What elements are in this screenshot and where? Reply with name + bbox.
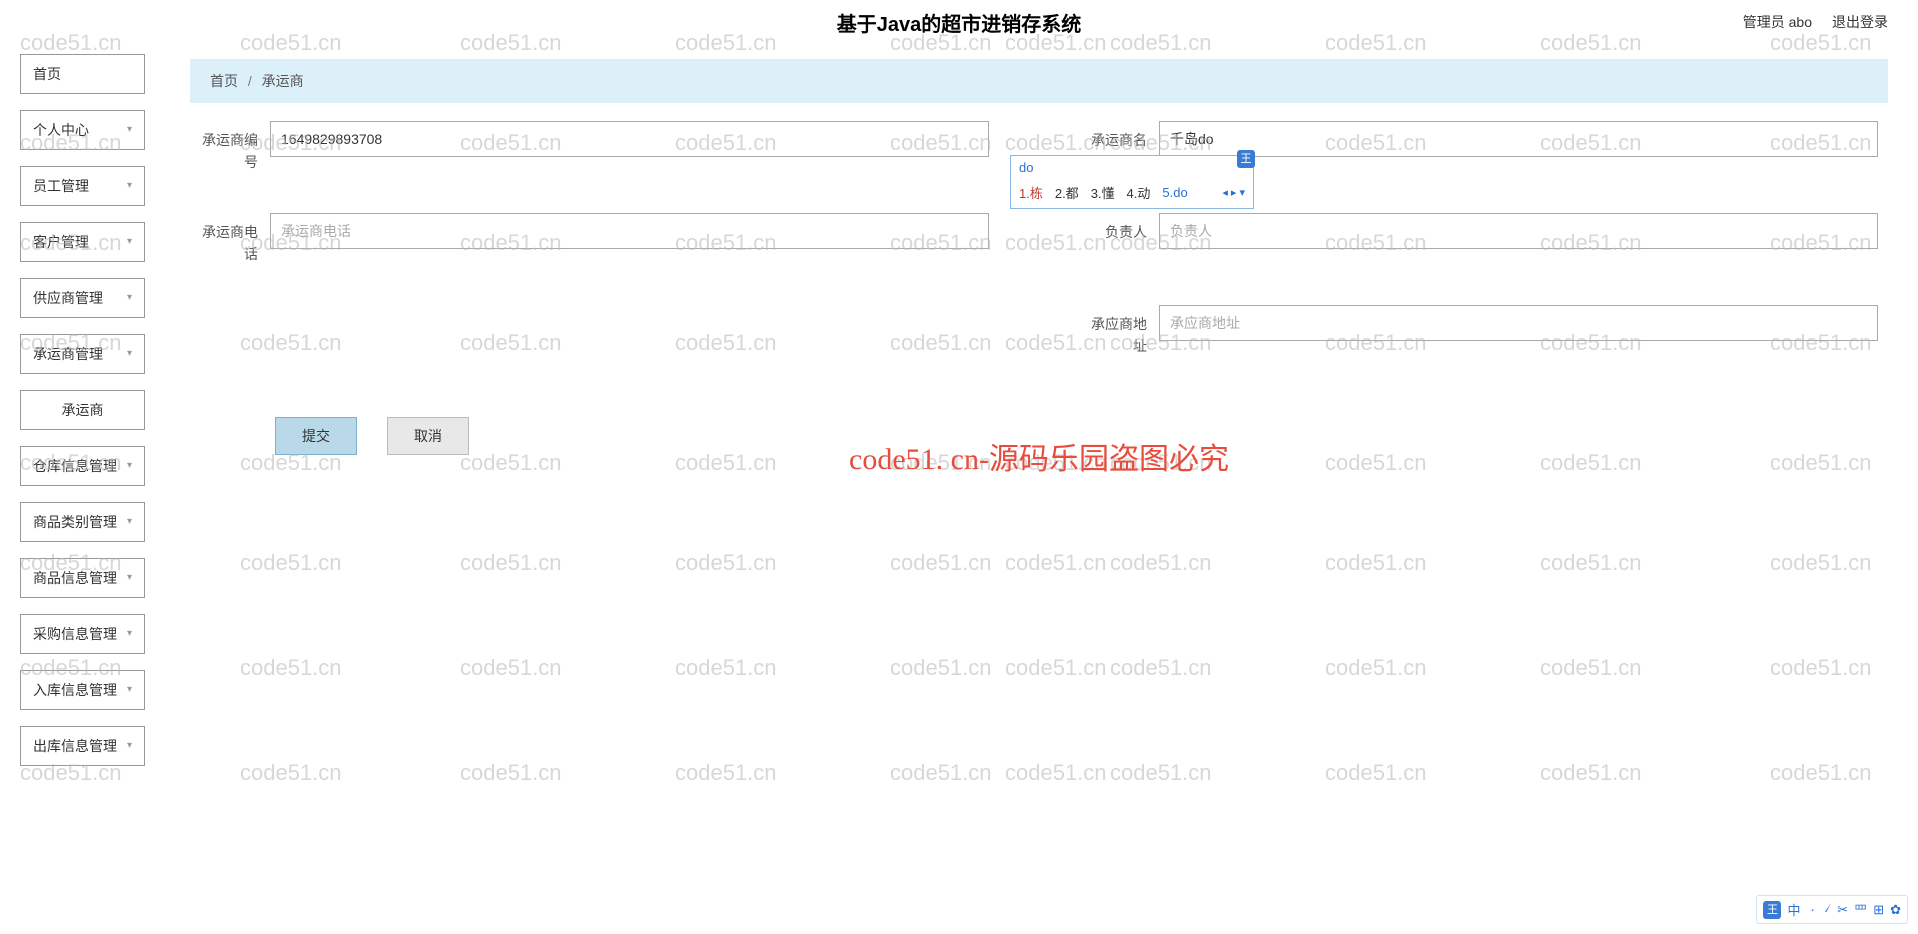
sidebar-item-label: 商品类别管理 (33, 502, 117, 542)
ime-badge-icon: 王 (1237, 150, 1255, 168)
sidebar-item-10[interactable]: 入库信息管理▾ (20, 670, 145, 710)
ime-toolbar-badge-icon[interactable]: 王 (1763, 901, 1781, 919)
chevron-down-icon: ▾ (127, 110, 132, 150)
ime-candidates[interactable]: 1.栋 2.都 3.懂 4.动 5.do ◂ ▸ ▾ (1011, 179, 1253, 208)
ime-tool-5[interactable]: 罒 (1854, 900, 1867, 919)
logout-link[interactable]: 退出登录 (1832, 12, 1888, 32)
input-principal[interactable] (1159, 213, 1878, 249)
chevron-down-icon: ▾ (127, 278, 132, 318)
ime-tool-4[interactable]: ✂ (1837, 902, 1848, 918)
chevron-down-icon: ▾ (127, 726, 132, 766)
sidebar-item-label: 商品信息管理 (33, 558, 117, 598)
chevron-down-icon: ▾ (127, 446, 132, 486)
field-empty (200, 305, 989, 357)
ime-toolbar[interactable]: 王 中 ㆍ ৴ ✂ 罒 ⊞ ✿ (1756, 895, 1908, 924)
field-carrier-no: 承运商编号 (200, 121, 989, 173)
input-carrier-no[interactable] (270, 121, 989, 157)
sidebar-item-label: 供应商管理 (33, 278, 103, 318)
sidebar-item-label: 员工管理 (33, 166, 89, 206)
sidebar-item-label: 入库信息管理 (33, 670, 117, 710)
app-title: 基于Java的超市进销存系统 (837, 8, 1082, 37)
chevron-down-icon: ▾ (127, 222, 132, 262)
sidebar-item-9[interactable]: 采购信息管理▾ (20, 614, 145, 654)
ime-tool-7[interactable]: ✿ (1890, 902, 1901, 918)
input-carrier-name[interactable] (1159, 121, 1878, 157)
ime-composition: do (1011, 156, 1253, 179)
sidebar-item-7[interactable]: 商品类别管理▾ (20, 502, 145, 542)
ime-candidate-4[interactable]: 4.动 (1127, 183, 1151, 202)
sidebar-item-4[interactable]: 供应商管理 ▾ (20, 278, 145, 318)
ime-page-arrows-icon[interactable]: ◂ ▸ ▾ (1222, 186, 1245, 199)
chevron-down-icon: ▾ (127, 614, 132, 654)
sidebar-subitem-5-0[interactable]: 承运商 (20, 390, 145, 430)
sidebar-item-label: 客户管理 (33, 222, 89, 262)
ime-tool-6[interactable]: ⊞ (1873, 902, 1884, 918)
field-carrier-phone: 承运商电话 (200, 213, 989, 265)
sidebar-item-label: 承运商管理 (33, 334, 103, 374)
breadcrumb: 首页 / 承运商 (190, 59, 1888, 103)
sidebar-item-5[interactable]: 承运商管理 ▾ (20, 334, 145, 374)
sidebar-item-label: 仓库信息管理 (33, 446, 117, 486)
sidebar-item-label: 个人中心 (33, 110, 89, 150)
sidebar[interactable]: 首页个人中心▾员工管理▾客户管理▾供应商管理▾承运商管理▾承运商仓库信息管理▾商… (0, 44, 160, 934)
ime-candidate-3[interactable]: 3.懂 (1091, 183, 1115, 202)
sidebar-item-0[interactable]: 首页 (20, 54, 145, 94)
sidebar-item-2[interactable]: 员工管理 ▾ (20, 166, 145, 206)
label-carrier-addr: 承应商地址 (1089, 305, 1159, 357)
ime-tool-1[interactable]: 中 (1787, 900, 1800, 919)
chevron-down-icon: ▾ (127, 558, 132, 598)
chevron-down-icon: ▾ (127, 502, 132, 542)
sidebar-item-3[interactable]: 客户管理 ▾ (20, 222, 145, 262)
label-carrier-no: 承运商编号 (200, 121, 270, 173)
header: 基于Java的超市进销存系统 管理员 abo 退出登录 (0, 0, 1918, 44)
chevron-down-icon: ▾ (127, 670, 132, 710)
chevron-down-icon: ▾ (127, 334, 132, 374)
field-carrier-addr: 承应商地址 (1089, 305, 1878, 357)
user-label[interactable]: 管理员 abo (1743, 12, 1812, 32)
sidebar-item-8[interactable]: 商品信息管理▾ (20, 558, 145, 598)
label-principal: 负责人 (1089, 213, 1159, 243)
sidebar-item-label: 首页 (33, 54, 61, 94)
sidebar-item-label: 出库信息管理 (33, 726, 117, 766)
submit-button[interactable]: 提交 (275, 417, 357, 455)
ime-tool-2[interactable]: ㆍ (1806, 900, 1818, 919)
sidebar-item-1[interactable]: 个人中心 ▾ (20, 110, 145, 150)
ime-popup[interactable]: 王 do 1.栋2.都3.懂4.动5.do◂ ▸ ▾ (1010, 155, 1254, 209)
sidebar-item-label: 采购信息管理 (33, 614, 117, 654)
ime-tool-3[interactable]: ৴ (1824, 899, 1831, 920)
cancel-button[interactable]: 取消 (387, 417, 469, 455)
label-carrier-phone: 承运商电话 (200, 213, 270, 265)
field-principal: 负责人 (1089, 213, 1878, 265)
ime-candidate-2[interactable]: 2.都 (1055, 183, 1079, 202)
ime-candidate-5[interactable]: 5.do (1162, 185, 1187, 200)
chevron-down-icon: ▾ (127, 166, 132, 206)
breadcrumb-home[interactable]: 首页 (210, 73, 238, 89)
breadcrumb-separator: / (248, 73, 252, 89)
sidebar-item-6[interactable]: 仓库信息管理▾ (20, 446, 145, 486)
ime-candidate-1[interactable]: 1.栋 (1019, 183, 1043, 202)
sidebar-item-11[interactable]: 出库信息管理▾ (20, 726, 145, 766)
input-carrier-phone[interactable] (270, 213, 989, 249)
breadcrumb-current: 承运商 (262, 73, 304, 89)
input-carrier-addr[interactable] (1159, 305, 1878, 341)
